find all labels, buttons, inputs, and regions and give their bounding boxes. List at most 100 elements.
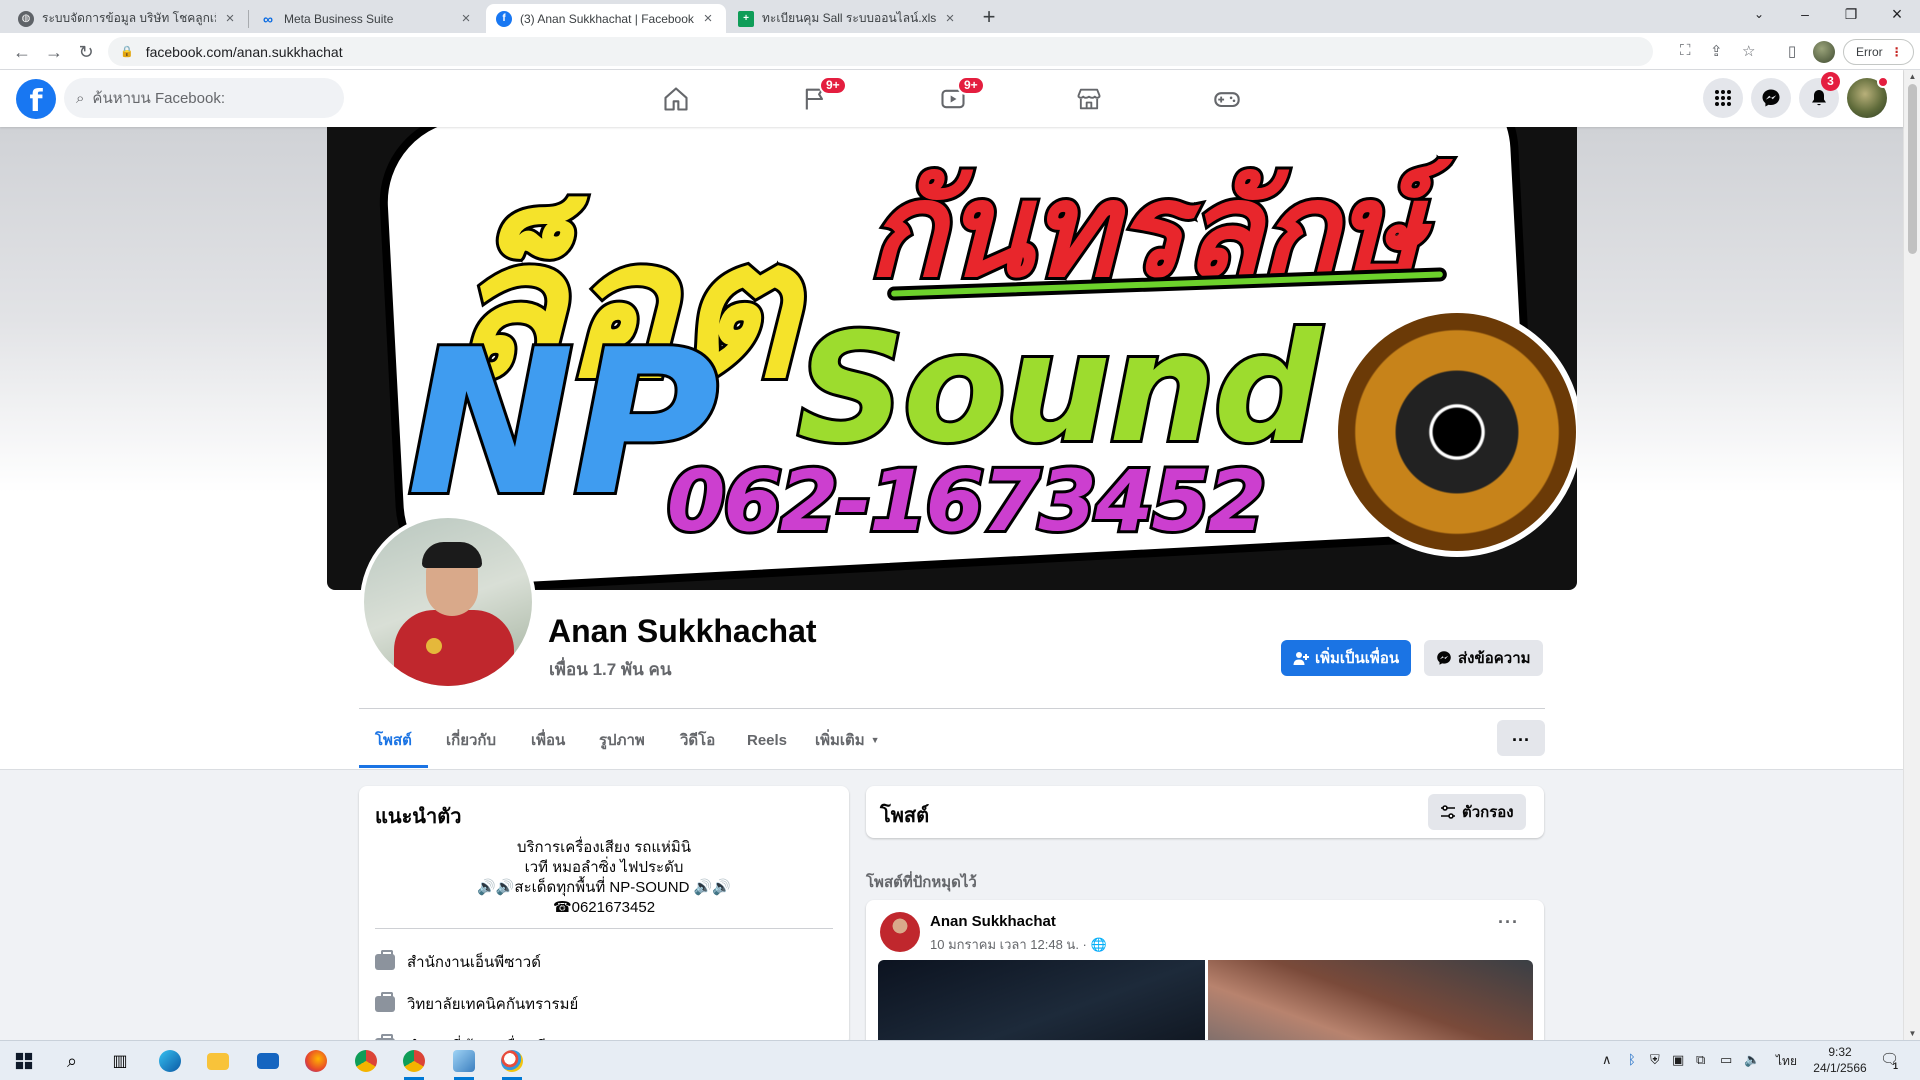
browser-profile-avatar[interactable] [1813,41,1835,63]
messenger-button[interactable] [1751,78,1791,118]
filter-sliders-icon [1441,805,1455,819]
filter-button[interactable]: ตัวกรอง [1428,794,1526,830]
file-explorer-icon[interactable] [204,1047,232,1075]
app-window-icon[interactable] [450,1047,478,1080]
intro-title: แนะนำตัว [375,806,462,828]
tab-more[interactable]: เพิ่มเติม ▼ [799,712,896,768]
nav-watch-tab[interactable]: 9+ [897,70,1008,127]
watch-badge: 9+ [957,76,985,95]
back-button[interactable]: ← [8,38,36,66]
tray-app-icon[interactable]: ▣ [1672,1052,1684,1068]
intro-card: แนะนำตัว บริการเครื่องเสียง รถแห่มินิ เว… [359,786,849,1046]
intro-divider [375,928,833,929]
notifications-badge: 3 [1821,72,1840,91]
browser-tab-3-active[interactable]: f (3) Anan Sukkhachat | Facebook × [486,4,726,33]
marketplace-icon [1077,88,1100,109]
add-friend-icon [1293,652,1309,665]
page-scrollbar[interactable]: ▲ ▼ [1903,70,1920,1040]
globe-privacy-icon: 🌐 [1090,937,1107,952]
address-bar[interactable]: 🔒 facebook.com/anan.sukkhachat [108,37,1653,66]
nav-pages-tab[interactable]: 9+ [759,70,870,127]
nav-marketplace-tab[interactable] [1033,70,1144,127]
new-tab-button[interactable]: + [975,4,1003,32]
post-options-icon[interactable]: ··· [1498,912,1519,933]
menu-button[interactable] [1703,78,1743,118]
volume-icon[interactable]: 🔈 [1744,1052,1760,1068]
restore-button[interactable]: ❐ [1828,0,1874,30]
close-tab-icon[interactable]: × [458,10,474,27]
tab-separator [248,10,249,28]
minimize-button[interactable]: – [1782,0,1828,30]
cover-text-sound: Sound [794,299,1324,479]
tab-search-icon[interactable]: ⌄ [1736,0,1782,30]
send-message-button[interactable]: ส่งข้อความ [1424,640,1543,676]
close-window-button[interactable]: × [1874,0,1920,30]
input-language[interactable]: ไทย [1776,1052,1797,1071]
notifications-button[interactable]: 3 [1799,72,1840,118]
windows-start-icon[interactable] [10,1047,38,1075]
forward-button[interactable]: → [40,38,68,66]
network-icon[interactable]: ▭ [1720,1052,1732,1068]
share-icon[interactable]: ⇪ [1710,42,1723,60]
home-icon [663,86,688,111]
profile-picture[interactable] [360,514,536,690]
reload-button[interactable]: ↻ [72,38,100,66]
task-view-icon[interactable]: ▥ [106,1047,134,1075]
browser-toolbar: ← → ↻ 🔒 facebook.com/anan.sukkhachat ⛶ ⇪… [0,33,1920,70]
tab-reels[interactable]: Reels [731,712,803,768]
friend-count-link[interactable]: เพื่อน 1.7 พัน คน [549,656,671,683]
post-author-name[interactable]: Anan Sukkhachat [930,913,1056,930]
lock-icon[interactable]: 🔒 [120,45,134,58]
caret-down-icon: ▼ [870,735,880,745]
side-panel-icon[interactable]: ▯ [1780,40,1804,64]
tray-expand-icon[interactable]: ∧ [1602,1052,1612,1068]
scroll-up-icon[interactable]: ▲ [1904,72,1920,81]
tray-display-icon[interactable]: ⧉ [1696,1052,1705,1068]
close-tab-icon[interactable]: × [222,10,238,27]
account-avatar[interactable] [1847,76,1889,118]
nav-home-tab[interactable] [620,70,731,127]
edge-icon[interactable] [156,1047,184,1075]
bookmark-star-icon[interactable]: ☆ [1742,42,1755,60]
browser-tab-1[interactable]: ◍ ระบบจัดการข้อมูล บริษัท โชคลูกเม็ด × [8,4,248,33]
messenger-icon [1762,89,1780,107]
tab-posts[interactable]: โพสต์ [359,712,428,768]
browser-error-button[interactable]: Error ⋮ [1843,39,1914,65]
post-timestamp[interactable]: 10 มกราคม เวลา 12:48 น. · 🌐 [930,934,1107,955]
work-item: วิทยาลัยเทคนิคกันทรารมย์ [375,992,578,1016]
chrome-icon[interactable] [352,1047,380,1075]
translate-icon[interactable]: ⛶ [1680,42,1691,59]
paint-icon[interactable] [498,1047,526,1080]
tab-about[interactable]: เกี่ยวกับ [430,712,512,768]
search-input[interactable] [92,89,313,107]
grid-menu-icon [1715,90,1731,106]
bluetooth-icon[interactable]: ᛒ [1628,1052,1636,1067]
firefox-icon[interactable] [302,1047,330,1075]
browser-tab-4[interactable]: + ทะเบียนคุม Sall ระบบออนไลน์.xlsx - G × [728,4,968,33]
notification-count: 1 [1893,1061,1899,1071]
chrome-profile-icon[interactable] [400,1047,428,1080]
close-tab-icon[interactable]: × [700,10,716,27]
cover-photo[interactable]: ล็อต กันทรลักษ์ NP Sound 062-1673452 [327,127,1577,590]
nav-gaming-tab[interactable] [1171,70,1282,127]
security-shield-icon[interactable]: ⛨ [1650,1052,1660,1068]
tab-friends[interactable]: เพื่อน [515,712,581,768]
browser-tab-2[interactable]: ∞ Meta Business Suite × [250,4,484,33]
close-tab-icon[interactable]: × [942,10,958,27]
search-icon[interactable]: ⌕ [58,1047,86,1075]
system-clock[interactable]: 9:32 24/1/2566 [1810,1044,1870,1076]
pages-badge: 9+ [819,76,847,95]
add-friend-button[interactable]: เพิ่มเป็นเพื่อน [1281,640,1412,676]
scroll-down-icon[interactable]: ▼ [1904,1029,1920,1038]
scrollbar-thumb[interactable] [1908,84,1917,254]
mail-icon[interactable] [254,1047,282,1075]
profile-more-button[interactable]: ... [1497,720,1545,756]
briefcase-icon [375,950,395,970]
facebook-icon: f [496,10,512,27]
tab-photos[interactable]: รูปภาพ [583,712,661,768]
facebook-logo-icon[interactable]: f [16,79,56,119]
facebook-search[interactable]: ⌕ [64,78,344,118]
tab-videos[interactable]: วิดีโอ [664,712,731,768]
post-author-avatar[interactable] [880,912,920,952]
pinned-posts-label: โพสต์ที่ปักหมุดไว้ [866,874,977,891]
